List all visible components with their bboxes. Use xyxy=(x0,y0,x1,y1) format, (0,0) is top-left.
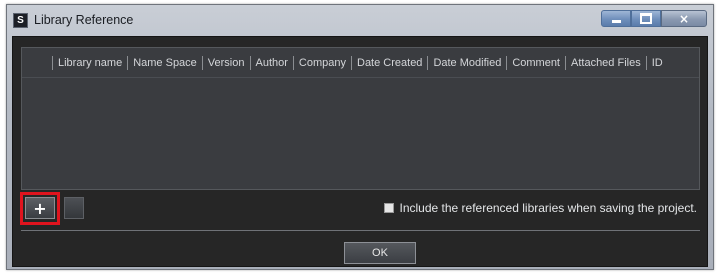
column-header[interactable]: Date Created xyxy=(351,56,427,70)
dialog-content: Library name Name Space Version Author Compa… xyxy=(12,36,708,267)
library-reference-window: S Library Reference × Library name Name S… xyxy=(6,4,714,270)
include-referenced-option[interactable]: Include the referenced libraries when sa… xyxy=(384,201,697,215)
maximize-button[interactable] xyxy=(631,10,661,27)
column-header[interactable]: Company xyxy=(292,56,351,70)
minimize-icon xyxy=(611,20,621,23)
column-header[interactable]: Version xyxy=(201,56,250,70)
app-icon: S xyxy=(13,12,28,28)
column-header[interactable]: Library name xyxy=(52,56,127,70)
header-divider xyxy=(22,77,699,78)
column-header[interactable]: Date Modified xyxy=(427,56,506,70)
window-title: Library Reference xyxy=(34,13,134,27)
maximize-icon xyxy=(640,13,652,24)
minimize-button[interactable] xyxy=(601,10,631,27)
window-controls: × xyxy=(601,10,707,27)
remove-library-button[interactable] xyxy=(64,197,84,219)
include-referenced-checkbox[interactable] xyxy=(384,203,395,213)
close-icon: × xyxy=(678,11,690,26)
ok-button[interactable]: OK xyxy=(344,242,416,264)
table-header: Library name Name Space Version Author Compa… xyxy=(22,48,699,78)
column-header[interactable]: Attached Files xyxy=(565,56,646,70)
library-table[interactable]: Library name Name Space Version Author Compa… xyxy=(21,47,700,190)
column-header[interactable]: ID xyxy=(645,56,668,70)
column-header[interactable]: Comment xyxy=(506,56,565,70)
close-button[interactable]: × xyxy=(661,10,707,27)
column-header[interactable]: Name Space xyxy=(127,56,202,70)
column-header[interactable]: Author xyxy=(249,56,293,70)
footer-divider xyxy=(21,230,700,231)
add-button-highlight xyxy=(20,192,60,225)
title-bar[interactable]: S Library Reference × xyxy=(7,5,713,35)
include-referenced-label: Include the referenced libraries when sa… xyxy=(399,201,697,215)
